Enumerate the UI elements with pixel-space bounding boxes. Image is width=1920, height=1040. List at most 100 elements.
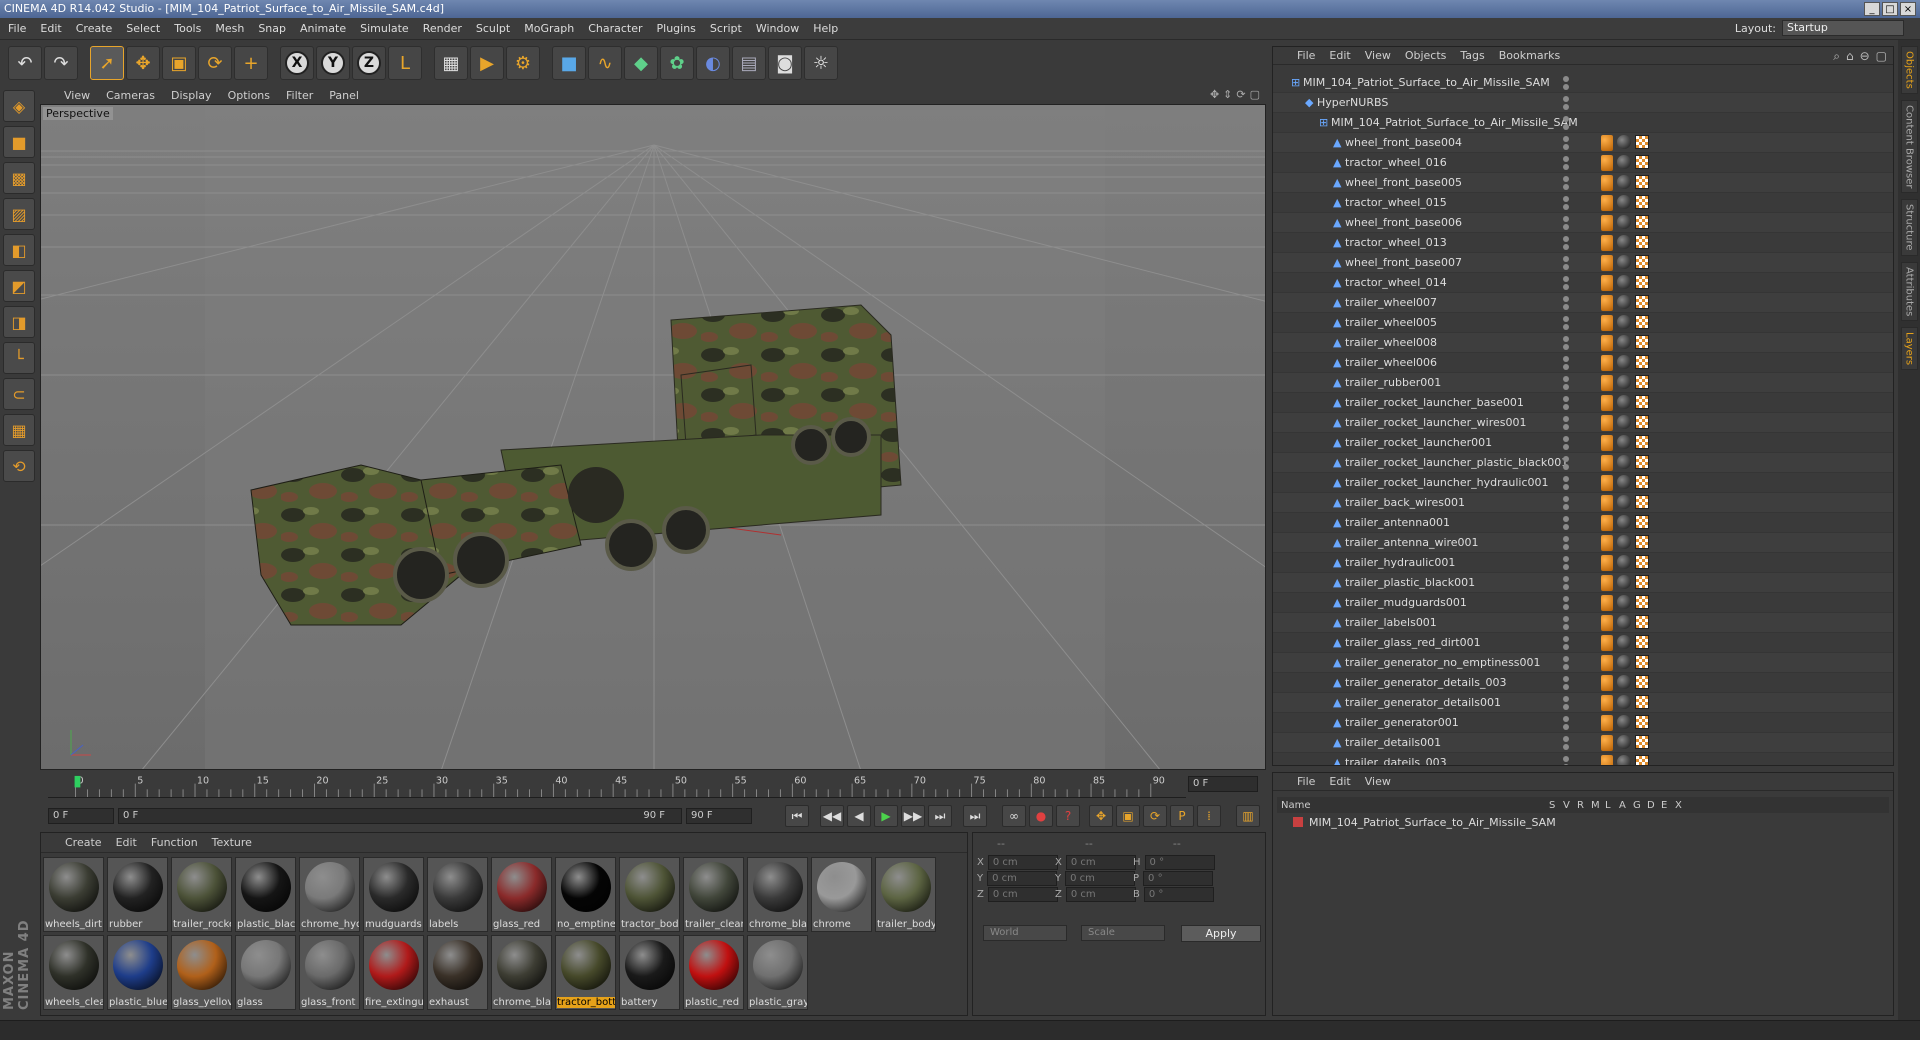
add-deformer-button[interactable]: ◐ — [696, 46, 730, 80]
phong-tag-icon[interactable] — [1601, 475, 1613, 491]
material-tag-icon[interactable] — [1617, 175, 1631, 189]
editor-visibility-dot[interactable] — [1563, 236, 1569, 242]
layer-column-l[interactable]: L — [1605, 800, 1619, 811]
viewport-menu-filter[interactable]: Filter — [286, 89, 313, 102]
object-row[interactable]: ▲ tractor_wheel_016 — [1273, 153, 1893, 173]
material-swatch[interactable]: plastic_gray — [747, 935, 808, 1010]
phong-tag-icon[interactable] — [1601, 515, 1613, 531]
texture-tag-icon[interactable] — [1635, 135, 1649, 149]
go-to-start-button[interactable]: ⏮ — [785, 805, 809, 827]
visibility-dots[interactable] — [1563, 416, 1573, 430]
material-swatch[interactable]: glass_red — [491, 857, 552, 932]
material-tag-icon[interactable] — [1617, 455, 1631, 469]
object-row[interactable]: ▲ trailer_details001 — [1273, 733, 1893, 753]
render-visibility-dot[interactable] — [1563, 464, 1569, 470]
material-tag-icon[interactable] — [1617, 695, 1631, 709]
layer-column-s[interactable]: S — [1549, 800, 1563, 811]
material-menu-function[interactable]: Function — [151, 836, 198, 849]
viewport-menu-cameras[interactable]: Cameras — [106, 89, 155, 102]
object-row[interactable]: ▲ trailer_rocket_launcher_wires001 — [1273, 413, 1893, 433]
material-swatch[interactable]: fire_extingu — [363, 935, 424, 1010]
editor-visibility-dot[interactable] — [1563, 396, 1569, 402]
editor-visibility-dot[interactable] — [1563, 476, 1569, 482]
timeline-ruler[interactable]: 0 5 10 15 20 25 30 35 40 45 50 55 60 65 70 75 80 85 90 — [48, 774, 1186, 798]
render-visibility-dot[interactable] — [1563, 244, 1569, 250]
editor-visibility-dot[interactable] — [1563, 596, 1569, 602]
texture-tag-icon[interactable] — [1635, 735, 1649, 749]
visibility-dots[interactable] — [1563, 196, 1573, 210]
material-swatch[interactable]: chrome_hyd — [299, 857, 360, 932]
add-camera-button[interactable]: ◙ — [768, 46, 802, 80]
material-swatch[interactable]: glass_yellov — [171, 935, 232, 1010]
texture-tag-icon[interactable] — [1635, 635, 1649, 649]
render-visibility-dot[interactable] — [1563, 544, 1569, 550]
visibility-dots[interactable] — [1563, 696, 1573, 710]
visibility-dots[interactable] — [1563, 476, 1573, 490]
render-visibility-dot[interactable] — [1563, 764, 1569, 765]
left-tool-button[interactable]: ◩ — [3, 270, 35, 302]
material-tag-icon[interactable] — [1617, 615, 1631, 629]
texture-tag-icon[interactable] — [1635, 295, 1649, 309]
visibility-dots[interactable] — [1563, 576, 1573, 590]
add-light-button[interactable]: ☼ — [804, 46, 838, 80]
phong-tag-icon[interactable] — [1601, 615, 1613, 631]
minimize-button[interactable]: _ — [1864, 2, 1880, 16]
object-row[interactable]: ▲ trailer_rocket_launcher_plastic_black00… — [1273, 453, 1893, 473]
editor-visibility-dot[interactable] — [1563, 316, 1569, 322]
coord-value-field[interactable]: 0 ° — [1143, 871, 1214, 886]
texture-tag-icon[interactable] — [1635, 255, 1649, 269]
visibility-dots[interactable] — [1563, 616, 1573, 630]
visibility-dots[interactable] — [1563, 736, 1573, 750]
visibility-dots[interactable] — [1563, 116, 1573, 130]
perspective-viewport[interactable]: Perspective — [40, 104, 1266, 770]
visibility-dots[interactable] — [1563, 456, 1573, 470]
texture-tag-icon[interactable] — [1635, 575, 1649, 589]
render-visibility-dot[interactable] — [1563, 724, 1569, 730]
go-to-end-button[interactable]: ⏭ — [963, 805, 987, 827]
material-tag-icon[interactable] — [1617, 195, 1631, 209]
editor-visibility-dot[interactable] — [1563, 456, 1569, 462]
render-visibility-dot[interactable] — [1563, 224, 1569, 230]
layout-dropdown[interactable]: Startup — [1782, 20, 1904, 36]
texture-tag-icon[interactable] — [1635, 475, 1649, 489]
viewport-nav-icon[interactable]: ⟳ — [1236, 88, 1245, 101]
phong-tag-icon[interactable] — [1601, 555, 1613, 571]
add-array-button[interactable]: ✿ — [660, 46, 694, 80]
previous-key-button[interactable]: ◀◀ — [820, 805, 844, 827]
play-button[interactable]: ▶ — [874, 805, 898, 827]
apply-button[interactable]: Apply — [1181, 925, 1261, 942]
editor-visibility-dot[interactable] — [1563, 156, 1569, 162]
phong-tag-icon[interactable] — [1601, 715, 1613, 731]
render-visibility-dot[interactable] — [1563, 644, 1569, 650]
texture-tag-icon[interactable] — [1635, 555, 1649, 569]
material-swatch[interactable]: labels — [427, 857, 488, 932]
phong-tag-icon[interactable] — [1601, 495, 1613, 511]
object-row[interactable]: ▲ tractor_wheel_015 — [1273, 193, 1893, 213]
object-manager-tool-icon[interactable]: ⊖ — [1860, 49, 1870, 64]
object-row[interactable]: ▲ tractor_wheel_014 — [1273, 273, 1893, 293]
phong-tag-icon[interactable] — [1601, 535, 1613, 551]
left-tool-button[interactable]: ▩ — [3, 162, 35, 194]
scale-tool-button[interactable]: ▣ — [162, 46, 196, 80]
editor-visibility-dot[interactable] — [1563, 136, 1569, 142]
render-visibility-dot[interactable] — [1563, 364, 1569, 370]
menu-tools[interactable]: Tools — [174, 22, 201, 35]
texture-tag-icon[interactable] — [1635, 535, 1649, 549]
render-visibility-dot[interactable] — [1563, 204, 1569, 210]
visibility-dots[interactable] — [1563, 516, 1573, 530]
viewport-menu-display[interactable]: Display — [171, 89, 212, 102]
phong-tag-icon[interactable] — [1601, 255, 1613, 271]
object-row[interactable]: ▲ wheel_front_base006 — [1273, 213, 1893, 233]
editor-visibility-dot[interactable] — [1563, 116, 1569, 122]
editor-visibility-dot[interactable] — [1563, 556, 1569, 562]
frame-range-slider[interactable]: 0 F 90 F — [118, 808, 682, 824]
object-menu-bookmarks[interactable]: Bookmarks — [1499, 49, 1560, 62]
layer-menu-edit[interactable]: Edit — [1329, 775, 1350, 788]
render-visibility-dot[interactable] — [1563, 664, 1569, 670]
material-swatch[interactable]: exhaust — [427, 935, 488, 1010]
add-nurbs-button[interactable]: ◆ — [624, 46, 658, 80]
phong-tag-icon[interactable] — [1601, 415, 1613, 431]
editor-visibility-dot[interactable] — [1563, 176, 1569, 182]
material-tag-icon[interactable] — [1617, 215, 1631, 229]
render-visibility-dot[interactable] — [1563, 444, 1569, 450]
